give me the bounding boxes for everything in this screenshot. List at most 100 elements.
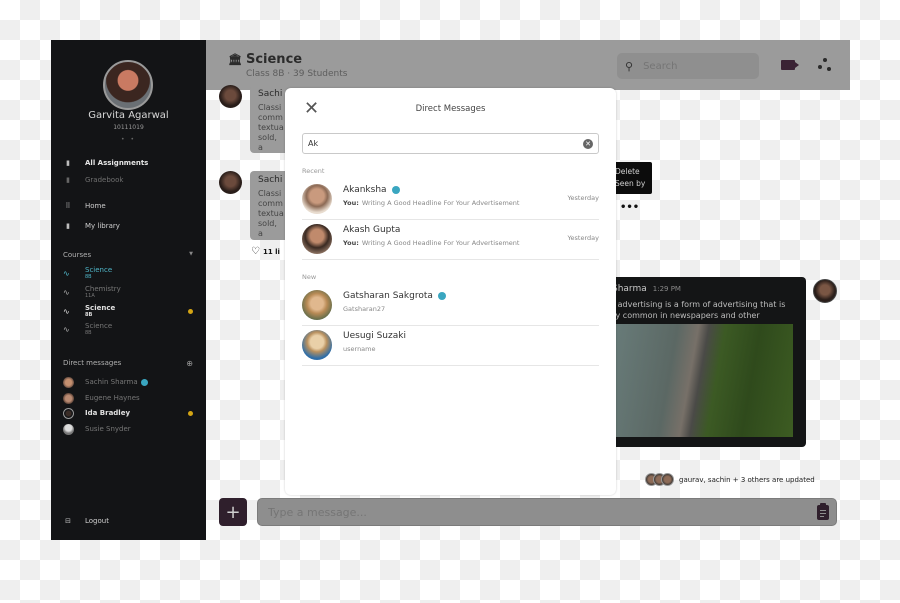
sidebar: Garvita Agarwal 10111019 • • ▮ All Assig…	[51, 40, 206, 540]
channel-header: 🏛 Science Class 8B · 39 Students ⚲	[206, 40, 850, 90]
chevron-down-icon[interactable]: ▼	[189, 251, 193, 259]
clear-search-icon[interactable]: ✕	[583, 139, 593, 149]
menu-item-delete[interactable]: Delete	[615, 166, 649, 178]
avatar	[813, 279, 837, 303]
message-line: d advertising is a form of advertising t…	[610, 300, 786, 309]
like-button[interactable]: ♡ 11 li	[251, 246, 280, 257]
dm-item[interactable]: Susie Snyder	[63, 422, 193, 436]
contact-row[interactable]: Gatsharan Sakgrota Gatsharan27	[302, 286, 599, 326]
course-item[interactable]: ∿ Chemistry 11A	[63, 283, 193, 301]
search-input[interactable]	[643, 60, 744, 72]
contact-name: Akanksha	[343, 185, 387, 195]
you-label: You:	[343, 199, 359, 207]
message-preview: Writing A Good Headline For Your Adverti…	[361, 239, 520, 247]
message-image[interactable]	[606, 324, 793, 437]
message-line: sold, a	[258, 133, 277, 152]
verified-icon	[140, 378, 148, 386]
user-id: 10111019	[113, 124, 144, 131]
direct-messages-header: Direct messages ⊕	[63, 359, 193, 368]
course-item[interactable]: ∿ Science 8B	[63, 320, 193, 338]
dm-item[interactable]: Sachin Sharma	[63, 375, 193, 389]
message-line: textua	[258, 123, 284, 132]
channel-title-text: Science	[245, 52, 303, 67]
recent-label: Recent	[302, 167, 325, 175]
user-avatar[interactable]	[103, 60, 153, 110]
menu-item-seen-by[interactable]: Seen by	[615, 178, 649, 190]
bookmark-icon: ▮	[66, 222, 70, 230]
search-icon: ⚲	[625, 59, 634, 73]
verified-icon	[437, 292, 446, 300]
course-name: Chemistry	[85, 284, 121, 293]
message-line: rly common in newspapers and other	[610, 311, 760, 320]
avatar	[63, 376, 74, 388]
course-icon: ∿	[63, 268, 70, 278]
clipboard-icon[interactable]	[817, 503, 829, 520]
course-class: 8B	[85, 273, 92, 280]
message-time: Yesterday	[567, 234, 599, 242]
course-icon: ∿	[63, 306, 70, 316]
contact-username: Gatsharan27	[343, 305, 386, 313]
message-sender: Sharma	[612, 284, 647, 294]
course-name: Science	[85, 265, 113, 274]
profile-dots[interactable]: • •	[51, 136, 206, 143]
courses-label: Courses	[63, 251, 92, 259]
verified-icon	[391, 186, 400, 194]
sidebar-item-home[interactable]: ⠿ Home	[63, 199, 105, 213]
courses-header[interactable]: Courses ▼	[63, 251, 193, 259]
course-item[interactable]: ∿ Science 8B	[63, 264, 193, 282]
heart-icon: ♡	[251, 246, 260, 257]
course-class: 11A	[85, 292, 95, 299]
modal-search-input[interactable]	[308, 139, 568, 148]
modal-search-field[interactable]: ✕	[302, 133, 599, 154]
update-indicator: gaurav, sachin + 3 others are updated	[645, 473, 815, 486]
unread-dot	[188, 308, 193, 314]
contact-row[interactable]: Uesugi Suzaki username	[302, 326, 599, 366]
search-field[interactable]: ⚲	[617, 53, 759, 79]
modal-title: Direct Messages	[415, 104, 486, 114]
sidebar-item-label: My library	[85, 222, 120, 230]
dm-name: Ida Bradley	[85, 409, 131, 417]
avatar	[63, 392, 74, 404]
dm-item[interactable]: Ida Bradley	[63, 406, 193, 420]
avatar	[219, 171, 242, 194]
dm-name: Eugene Haynes	[85, 394, 140, 402]
contact-row[interactable]: Akash Gupta You: Writing A Good Headline …	[302, 220, 599, 260]
avatar	[302, 330, 332, 360]
message-composer[interactable]	[257, 498, 837, 526]
dm-item[interactable]: Eugene Haynes	[63, 391, 193, 405]
message-options-icon[interactable]: •••	[620, 202, 639, 213]
message-line: Classi	[258, 189, 282, 198]
video-call-icon[interactable]	[781, 60, 799, 70]
course-item[interactable]: ∿ Science 8B	[63, 302, 193, 320]
course-class: 8B	[85, 311, 93, 318]
message-time: 1:29 PM	[652, 285, 681, 293]
institution-icon: 🏛	[228, 53, 242, 66]
logout-label: Logout	[85, 517, 109, 525]
sidebar-item-all-assignments[interactable]: ▮ All Assignments	[63, 156, 148, 170]
more-options-icon[interactable]	[818, 58, 832, 72]
message-line: sold, a	[258, 219, 277, 238]
avatar	[63, 423, 74, 435]
contact-name: Uesugi Suzaki	[343, 331, 406, 341]
add-attachment-button[interactable]: +	[219, 498, 247, 526]
sidebar-item-gradebook[interactable]: ▮ Gradebook	[63, 173, 123, 187]
book-icon: ▮	[66, 159, 70, 167]
message-bubble: Sharma 1:29 PM d advertising is a form of…	[600, 277, 806, 447]
message-input[interactable]	[268, 505, 788, 519]
grid-icon: ⠿	[65, 202, 71, 210]
you-label: You:	[343, 239, 359, 247]
add-circle-icon[interactable]: ⊕	[186, 359, 193, 368]
message-sender: Sachi	[258, 175, 283, 185]
contact-row[interactable]: Akanksha You: Writing A Good Headline For…	[302, 180, 599, 220]
course-name: Science	[85, 303, 116, 312]
message-sender: Sachi	[258, 89, 283, 99]
avatar	[219, 85, 242, 108]
channel-subtitle: Class 8B · 39 Students	[246, 69, 348, 79]
avatar	[302, 290, 332, 320]
logout-button[interactable]: ⊟ Logout	[63, 514, 109, 528]
avatar-stack	[645, 473, 674, 486]
message-line: textua	[258, 209, 284, 218]
message-preview: Writing A Good Headline For Your Adverti…	[361, 199, 520, 207]
message-bubble: Sachi Classi comm textua sold, a	[250, 171, 290, 240]
sidebar-item-my-library[interactable]: ▮ My library	[63, 219, 120, 233]
